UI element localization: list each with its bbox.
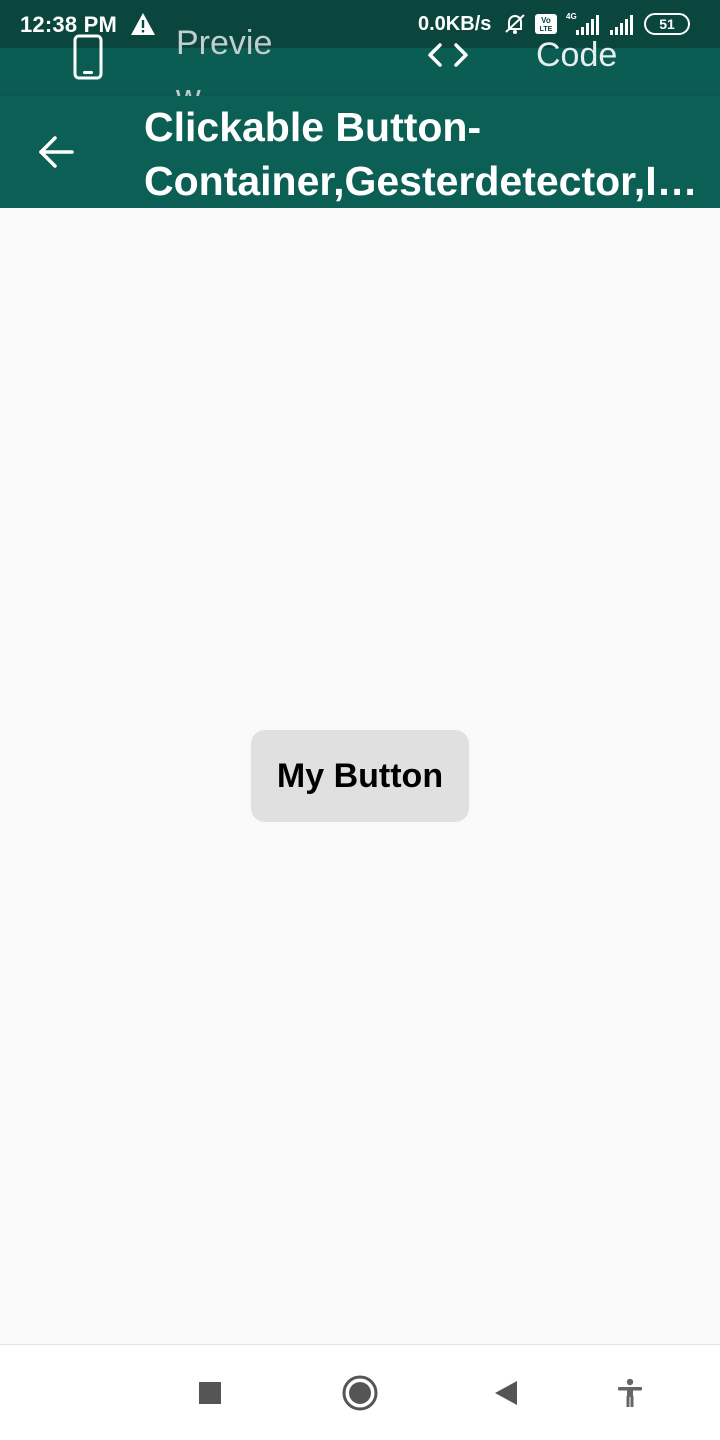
- svg-text:Vo: Vo: [541, 16, 551, 25]
- svg-text:LTE: LTE: [540, 26, 553, 33]
- arrow-back-icon: [39, 136, 74, 168]
- svg-text:4G: 4G: [566, 12, 577, 21]
- phone-icon[interactable]: [72, 34, 104, 80]
- code-icon[interactable]: [426, 42, 470, 68]
- signal-4g-icon: 4G: [566, 12, 599, 35]
- code-tab[interactable]: Code: [536, 36, 617, 75]
- back-icon: [495, 1381, 517, 1405]
- warning-icon: [131, 13, 155, 35]
- main-content: My Button: [0, 208, 720, 1344]
- recents-icon: [199, 1382, 221, 1404]
- network-speed: 0.0KB/s: [418, 13, 492, 35]
- accessibility-icon: [618, 1378, 642, 1407]
- page-title: Clickable Button-Container,Gesterdetecto…: [144, 104, 682, 204]
- mute-icon: [505, 14, 525, 34]
- app-bar: Clickable Button-Container,Gesterdetecto…: [0, 96, 720, 208]
- battery-level: 51: [659, 16, 675, 32]
- back-button[interactable]: [30, 130, 82, 174]
- accessibility-button[interactable]: [608, 1371, 652, 1415]
- system-nav-bar: [0, 1344, 720, 1440]
- signal-icon: [610, 15, 633, 35]
- my-button[interactable]: My Button: [251, 730, 469, 822]
- home-icon: [342, 1375, 378, 1411]
- battery-icon: 51: [644, 13, 690, 35]
- back-nav-button[interactable]: [484, 1371, 528, 1415]
- volte-icon: Vo LTE: [535, 14, 557, 34]
- recents-button[interactable]: [188, 1371, 232, 1415]
- preview-code-toggle-bar: Preview Code: [0, 24, 720, 116]
- status-icons: Vo LTE 4G 51: [502, 10, 690, 38]
- home-button[interactable]: [338, 1371, 382, 1415]
